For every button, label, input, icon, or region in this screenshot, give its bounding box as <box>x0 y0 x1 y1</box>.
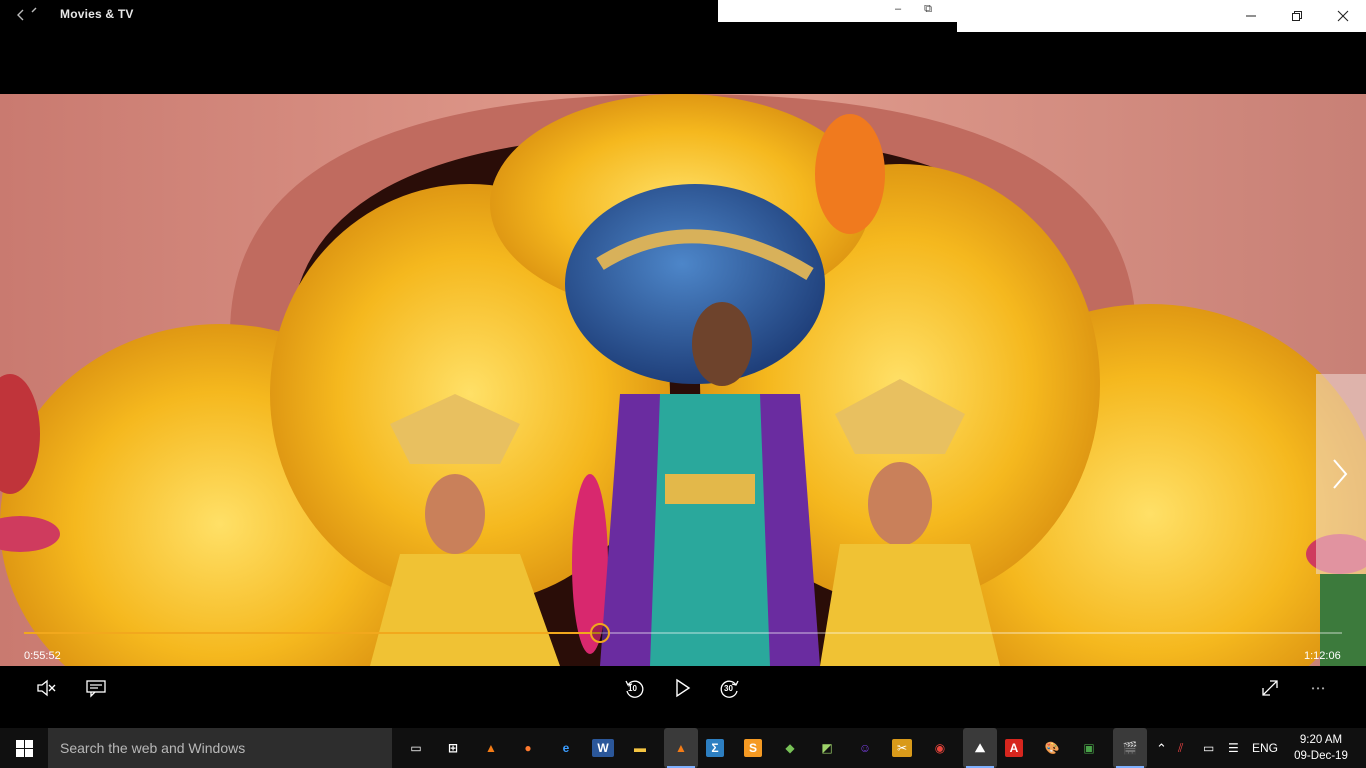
yahoo-messenger-icon[interactable]: ☺ <box>851 734 879 762</box>
close-icon <box>1337 10 1349 22</box>
photos-icon[interactable]: ▣ <box>1075 734 1103 762</box>
start-button[interactable] <box>0 728 48 768</box>
firefox-icon[interactable]: ● <box>514 734 542 762</box>
mountain-app-glyph: ⛰ <box>974 740 986 755</box>
elapsed-time: 0:55:52 <box>24 650 61 662</box>
notes-glyph: ◩ <box>821 741 833 755</box>
title-bar: Movies & TV – ⧉ <box>0 0 1366 94</box>
taskbar-search-box[interactable]: Search the web and Windows <box>48 728 392 768</box>
back-arrow-icon <box>17 7 37 21</box>
edge-glyph: e <box>562 741 570 755</box>
video-frame[interactable] <box>0 94 1366 666</box>
skip-back-label: 10 <box>628 684 637 693</box>
notes-icon[interactable]: ◩ <box>813 734 841 762</box>
restore-icon <box>1292 11 1302 21</box>
chevron-right-icon <box>1333 459 1348 489</box>
vlc-active-icon[interactable]: ▲ <box>664 728 698 768</box>
network-tool-glyph: ⊞ <box>447 741 459 755</box>
search-placeholder: Search the web and Windows <box>60 740 246 756</box>
mini-restore-button[interactable]: ⧉ <box>918 3 938 19</box>
close-button[interactable] <box>1320 0 1366 32</box>
acrobat-glyph: A <box>1004 739 1024 757</box>
clock-time: 9:20 AM <box>1299 734 1343 746</box>
calculator-app-glyph: Σ <box>706 739 724 757</box>
fullscreen-button[interactable] <box>1252 676 1288 700</box>
task-view-glyph: ▭ <box>410 741 422 755</box>
chrome-glyph: ◉ <box>934 741 946 755</box>
movies-tv-glyph: 🎬 <box>1122 741 1138 755</box>
snipping-tool-glyph: ✂ <box>891 739 913 757</box>
action-center-tray-icon[interactable]: ☰ <box>1228 741 1239 755</box>
seek-bar-thumb[interactable] <box>590 623 610 643</box>
skip-forward-button[interactable]: 30 <box>712 676 748 700</box>
total-duration: 1:12:06 <box>1304 650 1341 662</box>
windows-logo-icon <box>15 739 33 757</box>
edge-icon[interactable]: e <box>552 734 580 762</box>
play-button[interactable] <box>664 676 700 700</box>
more-options-button[interactable]: • • • <box>1300 676 1336 700</box>
show-hidden-icons-button[interactable]: ⌃ <box>1156 741 1167 757</box>
vlc-active-glyph: ▲ <box>675 741 687 755</box>
captions-button[interactable] <box>78 676 114 700</box>
volume-mute-icon <box>37 679 56 697</box>
windows-taskbar: Search the web and Windows ▭ ⊞ ▲ ● e W ▬ ▲ Σ S ◆ ◩ ☺… <box>0 728 1366 768</box>
movies-tv-icon[interactable]: 🎬 <box>1113 728 1147 768</box>
network-tray-icon[interactable]: ⫽ <box>1178 741 1183 756</box>
restore-button[interactable] <box>1274 0 1320 32</box>
minimize-button[interactable] <box>1228 0 1274 32</box>
paint-glyph: 🎨 <box>1044 741 1060 755</box>
word-icon[interactable]: W <box>589 734 617 762</box>
app-title: Movies & TV <box>60 7 134 21</box>
network-tool-icon[interactable]: ⊞ <box>439 734 467 762</box>
captions-icon <box>86 680 106 698</box>
vlc-glyph: ▲ <box>485 741 497 755</box>
calculator-app-icon[interactable]: Σ <box>701 734 729 762</box>
mute-button[interactable] <box>28 676 64 700</box>
seek-bar[interactable] <box>24 623 1342 643</box>
photos-glyph: ▣ <box>1083 741 1095 755</box>
battery-tray-icon[interactable]: ▭ <box>1203 741 1214 755</box>
skip-back-button[interactable]: 10 <box>616 676 652 700</box>
skip-forward-label: 30 <box>724 684 733 693</box>
sublime-icon[interactable]: S <box>739 734 767 762</box>
playback-controls: 10 30 • • • <box>0 666 1366 728</box>
word-glyph: W <box>592 739 614 757</box>
yahoo-messenger-glyph: ☺ <box>858 741 872 755</box>
video-scene-image <box>0 94 1366 666</box>
paint-icon[interactable]: 🎨 <box>1038 734 1066 762</box>
fullscreen-icon <box>1262 680 1278 696</box>
clock-date: 09-Dec-19 <box>1294 750 1348 762</box>
taskbar-clock[interactable]: 9:20 AM 09-Dec-19 <box>1290 732 1352 764</box>
acrobat-icon[interactable]: A <box>1000 734 1028 762</box>
play-icon <box>676 678 691 698</box>
android-studio-icon[interactable]: ◆ <box>776 734 804 762</box>
firefox-glyph: ● <box>524 741 532 755</box>
sublime-glyph: S <box>743 739 762 757</box>
task-view-icon[interactable]: ▭ <box>402 734 430 762</box>
next-item-panel[interactable] <box>1316 374 1366 574</box>
file-explorer-icon[interactable]: ▬ <box>626 734 654 762</box>
back-button[interactable] <box>14 4 40 26</box>
android-studio-glyph: ◆ <box>785 741 795 755</box>
seek-bar-progress <box>24 632 600 634</box>
vlc-icon[interactable]: ▲ <box>477 734 505 762</box>
language-indicator[interactable]: ENG <box>1252 741 1278 755</box>
snipping-tool-icon[interactable]: ✂ <box>888 734 916 762</box>
file-explorer-glyph: ▬ <box>634 741 646 755</box>
mountain-app-icon[interactable]: ⛰ <box>963 728 997 768</box>
minimize-icon <box>1246 15 1256 17</box>
chrome-icon[interactable]: ◉ <box>926 734 954 762</box>
mini-minimize-button[interactable]: – <box>888 3 908 19</box>
